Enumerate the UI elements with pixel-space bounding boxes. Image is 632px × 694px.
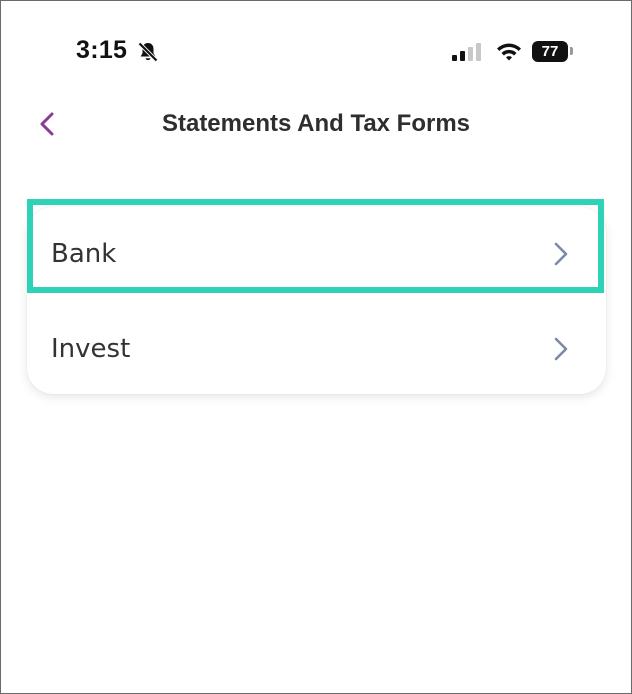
- menu-item-label: Invest: [51, 333, 131, 364]
- chevron-right-icon: [554, 337, 568, 361]
- navigation-bar: Statements And Tax Forms: [0, 100, 632, 150]
- menu-card: Bank Invest: [27, 207, 606, 394]
- battery-icon: 77: [532, 41, 568, 62]
- battery-cap: [570, 47, 573, 55]
- signal-icon: [452, 43, 481, 61]
- bell-slash-icon: [138, 42, 158, 62]
- status-time: 3:15: [76, 36, 128, 64]
- menu-item-label: Bank: [51, 238, 117, 269]
- wifi-icon: [497, 43, 521, 61]
- battery-level: 77: [541, 43, 559, 60]
- status-bar: 3:15 77: [0, 0, 632, 100]
- page-title: Statements And Tax Forms: [161, 110, 471, 137]
- menu-item-bank[interactable]: Bank: [27, 207, 606, 300]
- chevron-right-icon: [554, 242, 568, 266]
- menu-item-invest[interactable]: Invest: [27, 302, 606, 395]
